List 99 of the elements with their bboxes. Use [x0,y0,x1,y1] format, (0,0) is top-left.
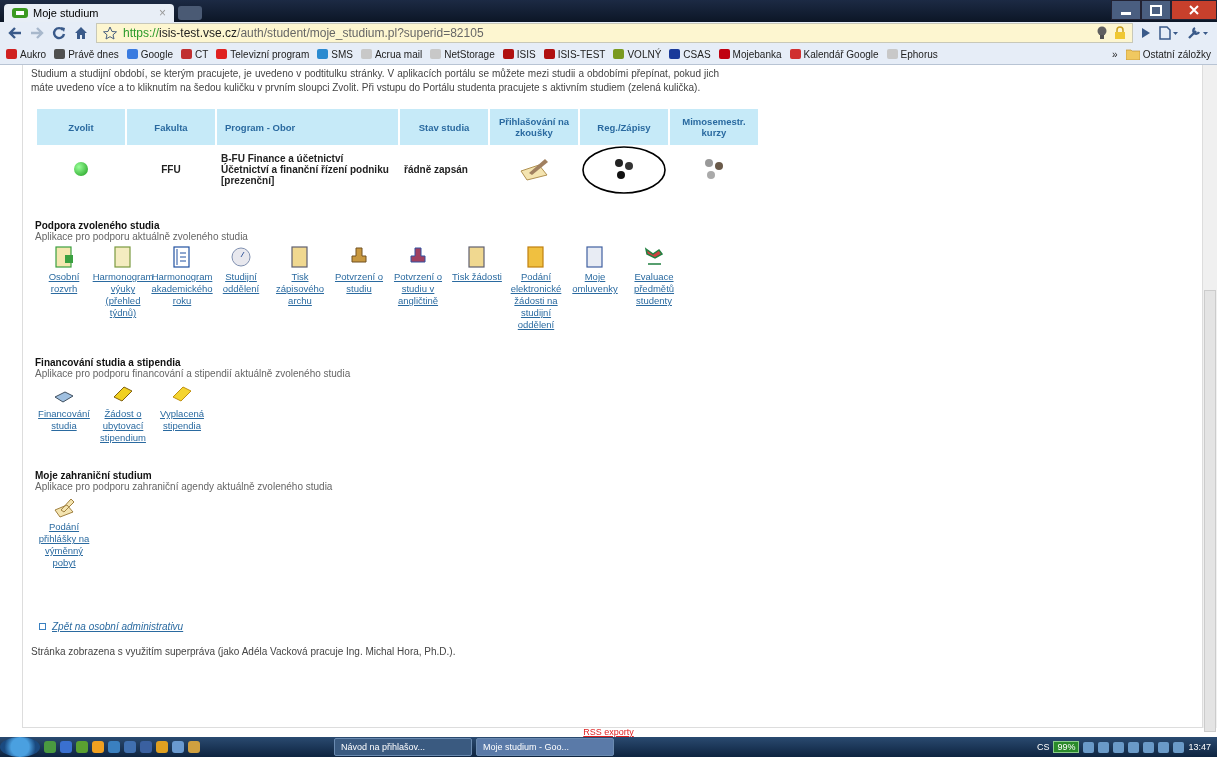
rss-link[interactable]: RSS exporty [583,727,634,737]
footer-text: Stránka zobrazena s využitím superpráva (jako Adéla Vacková pracuje Ing. Michal Hora, Ph.D.). [31,646,457,657]
program-text: B-FU Finance a účetnictví [221,153,345,164]
app-link[interactable]: Osobní rozvrh [35,271,93,295]
folder-icon [1125,48,1140,60]
tray-icon[interactable] [1173,741,1185,753]
bookmark[interactable]: Aukro [6,48,47,60]
study-select-radio[interactable] [74,161,88,176]
page-menu-icon[interactable] [1159,26,1179,40]
close-window-button[interactable] [1171,0,1217,20]
section-title: Moje zahraniční studium [35,470,152,481]
tab-title: Moje studium [33,7,100,19]
back-link[interactable]: Zpět na osobní administrativu [52,621,184,632]
app-link[interactable]: Tisk zápisového archu [271,271,329,307]
bookmark[interactable]: SMS [317,48,353,60]
bookmark[interactable]: CSAS [669,48,711,60]
column-header: Stav studia [400,109,488,145]
quick-launch-icon[interactable] [172,741,184,753]
tray-icon[interactable] [1158,741,1170,753]
quick-launch-icon[interactable] [188,741,200,753]
bookmark[interactable]: Právě dnes [54,48,119,60]
tray-icon[interactable] [1098,741,1110,753]
quick-launch-icon[interactable] [108,741,120,753]
column-header: Mimosemestr. kurzy [670,109,758,145]
app-link[interactable]: Studijní oddělení [212,271,270,295]
start-button[interactable] [0,737,40,757]
tray-icon[interactable] [1113,741,1125,753]
battery-indicator[interactable]: 99% [1053,741,1080,753]
app-icon[interactable] [466,246,488,268]
app-link[interactable]: Podání elektronické žádosti na studijní oddělení [507,271,565,331]
table-cell-text: FFU [160,163,182,177]
bookmark[interactable]: Mojebanka [718,48,782,60]
app-icon[interactable] [230,246,252,268]
quick-launch-icon[interactable] [76,741,88,753]
app-icon[interactable] [53,496,75,518]
quick-launch-icon[interactable] [156,741,168,753]
minimize-button[interactable] [1111,0,1141,20]
program-text: Účetnictví a finanční řízení podniku [221,164,390,175]
back-icon[interactable] [8,27,22,39]
other-bookmarks-folder[interactable]: Ostatní záložky [1125,48,1211,60]
app-link[interactable]: Potvrzení o studiu [330,271,388,295]
column-header: Fakulta [127,109,215,145]
quick-launch-icon[interactable] [44,741,56,753]
bookmark[interactable]: Ephorus [886,48,938,60]
close-icon [1189,5,1199,15]
tray-icon[interactable] [1143,741,1155,753]
bookmark[interactable]: VOLNÝ [613,48,662,60]
section-title: Podpora zvoleného studia [35,220,160,231]
isis-favicon-icon [12,8,28,18]
bookmark[interactable]: Kalendář Google [789,48,879,60]
bookmark[interactable]: ISIS-TEST [543,48,606,60]
bookmark[interactable]: Acrua mail [360,48,423,60]
browser-tab[interactable]: Moje studium × [4,4,174,22]
column-header: Zvolit [37,109,125,145]
clock-text[interactable]: 13:47 [1188,742,1211,752]
app-link[interactable]: Financování studia [35,408,93,432]
tray-icon[interactable] [1083,741,1095,753]
intro-paragraph: Studium a studijní období, se kterým pracujete, je uvedeno v podtitulku stránky. V aplikacích portálu se můžete mezi studii a obdobími přepínat, pokud jich máte uvedeno více a to kliknutím na šedou kuličku v prvním sloupci Zvolit. Při vstupu do Portálu studenta pracujete s aktivním studiem (zelená kulička). [31,67,719,95]
app-link[interactable]: Podání přihlášky na výměnný pobyt [35,521,93,569]
app-link[interactable]: Vyplacená stipendia [153,408,211,432]
bulb-icon [1096,26,1108,40]
bookmark[interactable]: Google [126,48,173,60]
play-icon[interactable] [1141,27,1151,39]
bookmark[interactable]: ISIS [502,48,536,60]
app-icon[interactable] [289,246,311,268]
pencil-paper-icon[interactable] [519,156,549,181]
taskbar-button[interactable]: Návod na přihlašov... [334,738,472,756]
lock-icon [1114,26,1126,40]
column-header: Reg./Zápisy [580,109,668,145]
app-link[interactable]: Moje omluvenky [566,271,624,295]
table-cell-text: řádně zapsán [403,163,469,177]
section-subtitle: Aplikace pro podporu financování a stipendií aktuálně zvoleného studia [35,368,352,379]
wrench-icon[interactable] [1187,26,1209,40]
reload-icon[interactable] [52,26,66,40]
bullet-icon [39,623,46,630]
star-icon[interactable] [103,26,117,40]
column-header: Přihlašování na zkoušky [490,109,578,145]
bookmark[interactable]: Televizní program [216,48,310,60]
program-text: [prezenční] [221,175,276,186]
maximize-button[interactable] [1141,0,1171,20]
taskbar-button[interactable]: Moje studium - Goo... [476,738,614,756]
tray-icon[interactable] [1128,741,1140,753]
app-link[interactable]: Harmonogram akademického roku [151,271,213,307]
language-indicator[interactable]: CS [1036,742,1050,752]
bookmark[interactable]: NetStorage [430,48,495,60]
app-link[interactable]: Tisk žádosti [452,271,502,283]
bookmark[interactable]: CT [180,48,209,60]
quick-launch-icon[interactable] [92,741,104,753]
section-subtitle: Aplikace pro podporu aktuálně zvoleného studia [35,231,249,242]
app-icon[interactable] [53,246,75,268]
column-header: Program - Obor [217,109,398,145]
section-title: Financování studia a stipendia [35,357,181,368]
app-icon[interactable] [643,246,665,268]
more-bookmarks-button[interactable]: » [1112,48,1118,60]
app-link[interactable]: Evaluace předmětů studenty [625,271,683,307]
home-icon[interactable] [74,26,88,40]
app-link[interactable]: Potvrzení o studiu v angličtině [389,271,447,307]
section-subtitle: Aplikace pro podporu zahraniční agendy aktuálně zvoleného studia [35,481,334,492]
app-link[interactable]: Žádost o ubytovací stipendium [94,408,152,444]
